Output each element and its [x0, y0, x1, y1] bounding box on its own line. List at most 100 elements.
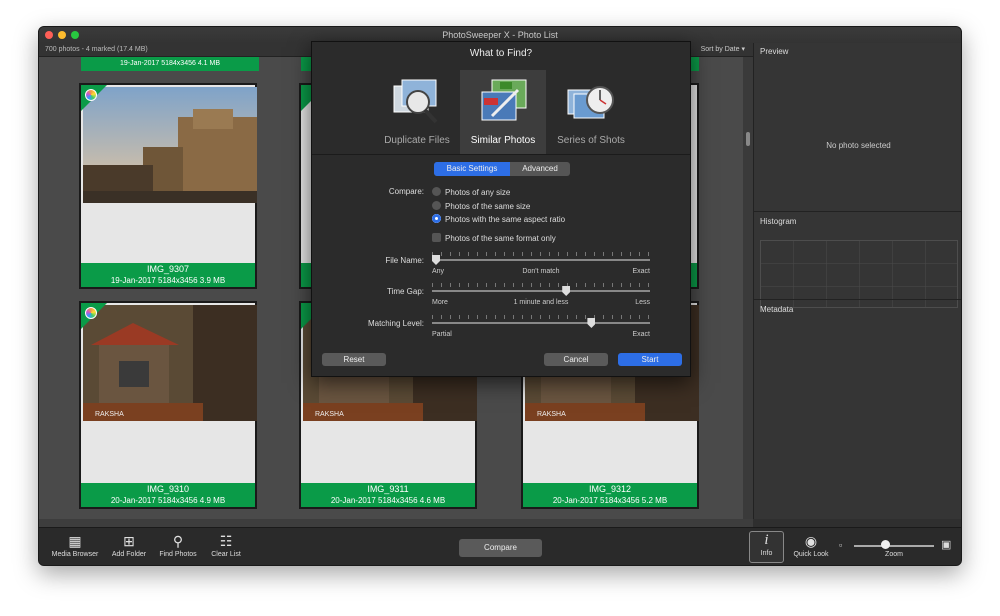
dialog-title: What to Find? [469, 48, 533, 59]
slider-caption: Don't match [522, 268, 560, 275]
photo-name: IMG_9312 [588, 484, 632, 494]
zoom-small-icon: ▫ [839, 540, 843, 550]
duplicate-files-icon [393, 79, 438, 124]
matching-level-slider-knob[interactable] [587, 318, 596, 328]
histogram-chart [760, 240, 958, 308]
mode-duplicate-files[interactable]: Duplicate Files [374, 70, 460, 154]
slider-caption: Exact [632, 268, 650, 275]
matching-level-slider[interactable] [432, 315, 650, 329]
time-gap-slider[interactable] [432, 283, 650, 297]
photo-details: 19-Jan-2017 5184x3456 3.9 MB [110, 276, 226, 285]
no-photo-message: No photo selected [826, 141, 891, 150]
zoom-slider[interactable] [854, 545, 934, 547]
add-folder-button[interactable]: ⊞ Add Folder [107, 533, 151, 558]
time-gap-slider-knob[interactable] [562, 286, 571, 296]
close-window-button[interactable] [45, 31, 53, 39]
compare-option-same-aspect[interactable]: Photos with the same aspect ratio [432, 214, 565, 225]
similar-group-icon [85, 307, 97, 319]
app-window: PhotoSweeper X - Photo List 700 photos -… [38, 26, 962, 566]
photo-info: IMG_9310 20-Jan-2017 5184x3456 4.9 MB [81, 483, 255, 507]
horizontal-scrollbar[interactable] [39, 519, 753, 527]
slider-caption: Less [635, 299, 650, 306]
photo-info: IMG_9307 19-Jan-2017 5184x3456 3.9 MB [81, 263, 255, 287]
svg-text:RAKSHA: RAKSHA [537, 411, 566, 418]
media-browser-icon: ▦ [68, 533, 82, 549]
zoom-window-button[interactable] [71, 31, 79, 39]
compare-label: Compare: [388, 187, 424, 196]
matching-level-label: Matching Level: [367, 319, 424, 328]
checkbox[interactable] [432, 233, 441, 242]
preview-title: Preview [760, 47, 789, 56]
file-name-slider[interactable] [432, 252, 650, 266]
slider-caption: Exact [632, 331, 650, 338]
window-title: PhotoSweeper X - Photo List [442, 30, 558, 40]
compare-option-same-size[interactable]: Photos of the same size [432, 201, 530, 212]
info-button[interactable]: i Info [749, 531, 784, 563]
file-name-slider-knob[interactable] [432, 255, 440, 265]
photo-card[interactable]: IMG_9307 19-Jan-2017 5184x3456 3.9 MB [79, 83, 257, 289]
inspector-panel: Preview No photo selected Histogram Meta… [753, 43, 961, 519]
mode-label: Duplicate Files [384, 135, 450, 146]
similar-photos-icon [481, 79, 527, 121]
clear-list-icon: ☷ [219, 533, 233, 549]
svg-text:RAKSHA: RAKSHA [315, 411, 344, 418]
slider-caption: 1 minute and less [513, 299, 569, 306]
find-photos-button[interactable]: ⚲ Find Photos [155, 533, 201, 558]
add-icon: ⊞ [123, 533, 135, 549]
same-format-checkbox[interactable]: Photos of the same format only [432, 233, 556, 244]
photo-info: IMG_9311 20-Jan-2017 5184x3456 4.6 MB [301, 483, 475, 507]
info-icon: i [764, 532, 769, 548]
bottom-toolbar: ▦ Media Browser ⊞ Add Folder ⚲ Find Phot… [39, 527, 961, 565]
what-to-find-dialog: What to Find? Duplicate Files Similar Ph… [311, 41, 691, 377]
scroll-thumb[interactable] [746, 132, 750, 146]
divider [754, 211, 961, 212]
photo-name: IMG_9311 [367, 484, 409, 494]
slider-caption: Any [432, 268, 445, 275]
start-button[interactable]: Start [618, 353, 682, 366]
settings-tabs: Basic Settings Advanced [434, 162, 570, 176]
radio-button[interactable] [432, 187, 441, 196]
divider [754, 299, 961, 300]
mode-similar-photos[interactable]: Similar Photos [460, 70, 546, 154]
divider [312, 154, 690, 155]
photo-card[interactable]: RAKSHA IMG_9310 20-Jan-2017 5184x3456 4.… [79, 301, 257, 509]
vertical-scrollbar[interactable] [743, 57, 753, 519]
partial-photo-caption: 19-Jan-2017 5184x3456 4.1 MB [81, 57, 259, 71]
metadata-title: Metadata [760, 305, 794, 314]
minimize-window-button[interactable] [58, 31, 66, 39]
zoom-label: Zoom [885, 551, 903, 558]
photo-info: IMG_9312 20-Jan-2017 5184x3456 5.2 MB [523, 483, 697, 507]
quick-look-button[interactable]: ◉ Quick Look [789, 533, 833, 558]
radio-button-selected[interactable] [432, 214, 441, 223]
tab-advanced[interactable]: Advanced [510, 162, 570, 176]
photo-details: 20-Jan-2017 5184x3456 4.9 MB [110, 496, 226, 505]
photo-details: 20-Jan-2017 5184x3456 5.2 MB [552, 496, 668, 505]
reset-button[interactable]: Reset [322, 353, 386, 366]
clear-list-button[interactable]: ☷ Clear List [205, 533, 247, 558]
file-name-label: File Name: [385, 256, 424, 265]
photo-details: 20-Jan-2017 5184x3456 4.6 MB [330, 496, 446, 505]
cancel-button[interactable]: Cancel [544, 353, 608, 366]
slider-caption: Partial [432, 331, 452, 338]
series-of-shots-icon [567, 86, 614, 119]
radio-button[interactable] [432, 201, 441, 210]
zoom-slider-knob[interactable] [881, 540, 890, 549]
photo-thumbnail [83, 87, 257, 203]
similar-group-icon [85, 89, 97, 101]
photo-name: IMG_9307 [146, 264, 190, 274]
histogram-title: Histogram [760, 217, 797, 226]
zoom-large-icon: ▣ [941, 539, 952, 551]
media-browser-button[interactable]: ▦ Media Browser [45, 533, 105, 558]
tab-basic-settings[interactable]: Basic Settings [434, 162, 510, 176]
photo-count-summary: 700 photos - 4 marked (17.4 MB) [45, 46, 148, 53]
sort-dropdown[interactable]: Sort by Date ▾ [701, 43, 745, 57]
mode-label: Similar Photos [470, 135, 536, 146]
mode-label: Series of Shots [557, 135, 625, 146]
eye-icon: ◉ [804, 533, 818, 549]
svg-text:RAKSHA: RAKSHA [95, 411, 124, 418]
compare-option-any-size[interactable]: Photos of any size [432, 187, 510, 198]
compare-button[interactable]: Compare [459, 539, 542, 557]
mode-series-of-shots[interactable]: Series of Shots [548, 70, 634, 154]
search-icon: ⚲ [172, 533, 184, 549]
photo-thumbnail: RAKSHA [83, 305, 257, 421]
